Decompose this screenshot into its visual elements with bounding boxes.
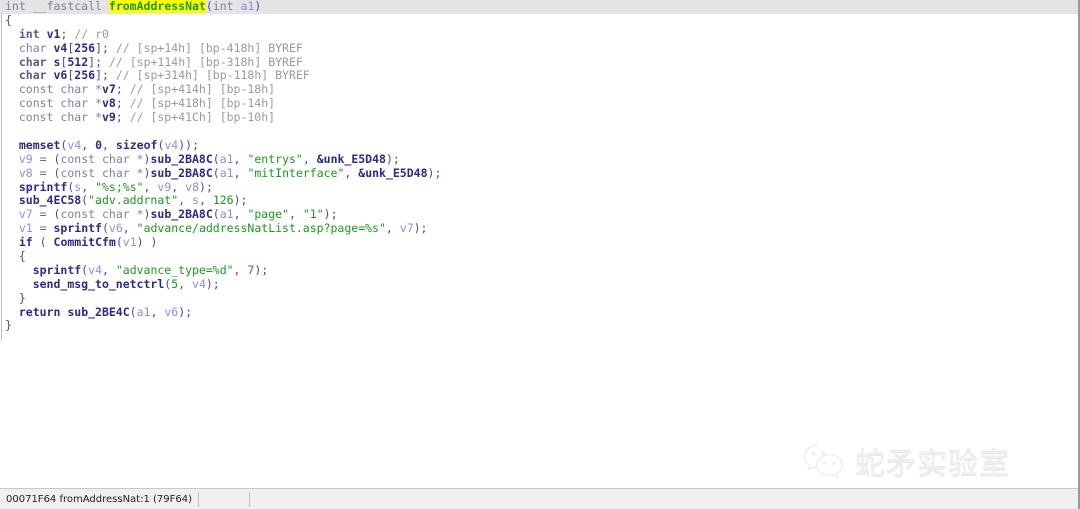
token-local-v6[interactable]: v6	[54, 68, 68, 83]
token-local-v9[interactable]: v9	[102, 110, 116, 124]
token-call-sprintf[interactable]: sprintf	[33, 263, 81, 277]
code-line-17[interactable]: v1 = sprintf(v6, "advance/addressNatList…	[0, 221, 1078, 236]
code-line-9[interactable]: const char *v9; // [sp+41Ch] [bp-10h]	[0, 110, 1078, 125]
token-call-sprintf[interactable]: sprintf	[19, 180, 67, 194]
pseudocode-view[interactable]: int __fastcall fromAddressNat(int a1) { …	[0, 0, 1078, 486]
token-param-a1[interactable]: a1	[241, 0, 255, 13]
token-call-sub-2BE4C[interactable]: sub_2BE4C	[67, 305, 129, 319]
code-line-22[interactable]: }	[0, 291, 1078, 306]
code-line-24[interactable]: }	[0, 319, 1078, 333]
code-line-21[interactable]: send_msg_to_netctrl(5, v4);	[0, 277, 1078, 292]
status-bar-spacer	[199, 491, 251, 507]
token-string-page: "page"	[247, 207, 289, 222]
token-call-memset[interactable]: memset	[19, 138, 61, 152]
code-line-1[interactable]: int __fastcall fromAddressNat(int a1)	[0, 0, 1078, 14]
token-call-send-msg-to-netctrl[interactable]: send_msg_to_netctrl	[33, 277, 165, 291]
token-comment: // [sp+14h] [bp-418h] BYREF	[115, 40, 303, 55]
code-line-16[interactable]: v7 = (const char *)sub_2BA8C(a1, "page",…	[0, 207, 1078, 222]
code-line-19[interactable]: {	[0, 249, 1078, 264]
token-call-sprintf[interactable]: sprintf	[54, 221, 102, 235]
code-line-14[interactable]: sprintf(s, "%s;%s", v9, v8);	[0, 179, 1078, 195]
code-line-2[interactable]: {	[0, 13, 1078, 28]
token-comment: // [sp+41Ch] [bp-10h]	[129, 110, 276, 125]
token-dataref-unk-E5D48[interactable]: &unk_E5D48	[358, 166, 427, 180]
code-line-11[interactable]: memset(v4, 0, sizeof(v4));	[0, 138, 1078, 153]
code-line-20[interactable]: sprintf(v4, "advance_type=%d", 7);	[0, 262, 1078, 278]
token-comment: // [sp+418h] [bp-14h]	[129, 96, 276, 111]
token-string-advance-type: "advance_type=%d"	[115, 262, 234, 277]
token-comment: // [sp+414h] [bp-18h]	[129, 82, 276, 97]
code-line-4[interactable]: char v4[256]; // [sp+14h] [bp-418h] BYRE…	[0, 40, 1078, 56]
token-local-v9[interactable]: v9	[19, 152, 33, 166]
code-line-12[interactable]: v9 = (const char *)sub_2BA8C(a1, "entrys…	[0, 151, 1078, 167]
token-local-v4[interactable]: v4	[54, 41, 68, 55]
code-line-7[interactable]: const char *v7; // [sp+414h] [bp-18h]	[0, 82, 1078, 97]
token-comment: // [sp+314h] [bp-118h] BYREF	[115, 68, 310, 83]
token-keyword-fastcall: __fastcall	[32, 0, 102, 13]
code-line-13[interactable]: v8 = (const char *)sub_2BA8C(a1, "mitInt…	[0, 165, 1078, 181]
code-line-6[interactable]: char v6[256]; // [sp+314h] [bp-118h] BYR…	[0, 69, 1078, 83]
token-comment: // r0	[74, 26, 109, 41]
token-local-v7[interactable]: v7	[19, 207, 33, 221]
code-line-3[interactable]: int v1; // r0	[0, 26, 1078, 42]
code-line-8[interactable]: const char *v8; // [sp+418h] [bp-14h]	[0, 96, 1078, 111]
token-local-v8[interactable]: v8	[19, 166, 33, 180]
token-call-commitcfm[interactable]: CommitCfm	[54, 235, 116, 249]
code-line-18[interactable]: if ( CommitCfm(v1) )	[0, 235, 1078, 250]
token-call-sub-4EC58[interactable]: sub_4EC58	[19, 193, 81, 208]
code-lines: int __fastcall fromAddressNat(int a1) { …	[0, 0, 1078, 333]
token-call-sub-2BA8C[interactable]: sub_2BA8C	[150, 152, 212, 166]
token-string-entrys: "entrys"	[247, 151, 303, 166]
token-call-sub-2BA8C[interactable]: sub_2BA8C	[150, 166, 212, 180]
code-line-5[interactable]: char s[512]; // [sp+114h] [bp-318h] BYRE…	[0, 54, 1078, 70]
token-function-name-highlighted[interactable]: fromAddressNat	[108, 0, 206, 13]
code-line-23[interactable]: return sub_2BE4C(a1, v6);	[0, 305, 1078, 320]
ida-pseudocode-window: int __fastcall fromAddressNat(int a1) { …	[0, 0, 1080, 509]
token-call-sub-2BA8C[interactable]: sub_2BA8C	[150, 207, 212, 221]
token-local-v7[interactable]: v7	[102, 82, 116, 96]
token-local-v1[interactable]: v1	[47, 27, 61, 41]
token-string-url-fmt: "advance/addressNatList.asp?page=%s"	[136, 221, 386, 236]
token-string-one: "1"	[302, 207, 324, 222]
token-keyword-int: int	[5, 0, 26, 13]
code-line-10[interactable]	[0, 125, 1078, 139]
token-number-126: 126	[212, 193, 234, 208]
token-local-v8[interactable]: v8	[102, 96, 116, 110]
token-comment: // [sp+114h] [bp-318h] BYREF	[108, 54, 303, 69]
status-bar-location: 00071F64 fromAddressNat:1 (79F64)	[0, 491, 200, 507]
token-dataref-unk-E5D48[interactable]: &unk_E5D48	[317, 152, 386, 166]
token-string-mitinterface: "mitInterface"	[247, 165, 345, 180]
status-bar: 00071F64 fromAddressNat:1 (79F64)	[0, 488, 1078, 509]
token-string-fmt: "%s;%s"	[95, 179, 144, 194]
token-string-adv-addrnat: "adv.addrnat"	[88, 193, 179, 208]
token-local-v1[interactable]: v1	[19, 221, 33, 235]
code-line-15[interactable]: sub_4EC58("adv.addrnat", s, 126);	[0, 194, 1078, 208]
